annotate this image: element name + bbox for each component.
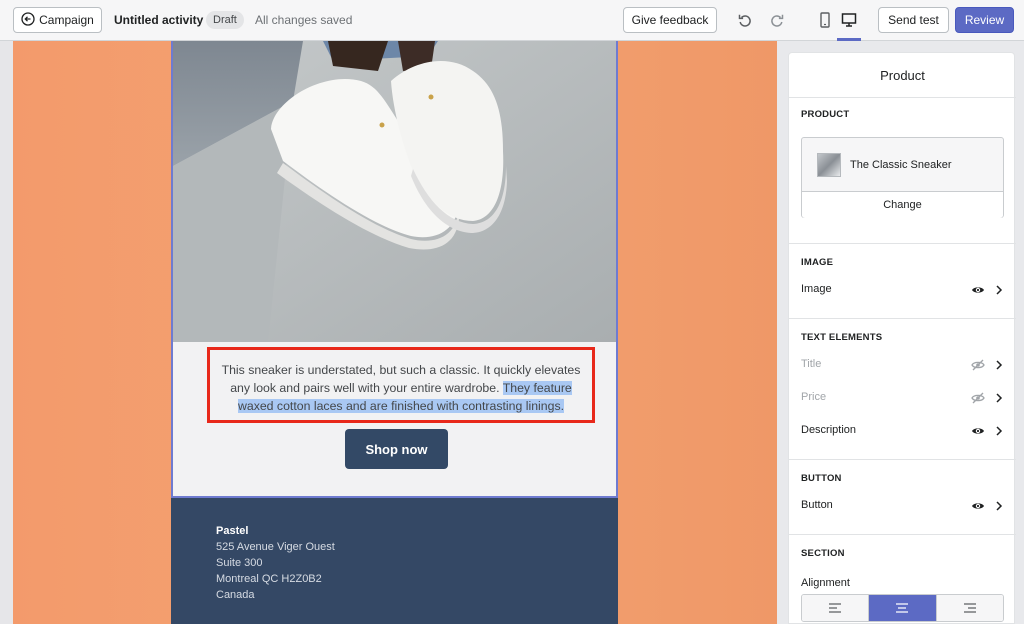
section-label-button: BUTTON: [801, 473, 842, 484]
send-test-button[interactable]: Send test: [878, 7, 949, 33]
save-status: All changes saved: [255, 13, 353, 27]
divider: [789, 97, 1016, 98]
desktop-preview-icon[interactable]: [839, 10, 859, 30]
row-label: Title: [801, 358, 822, 370]
product-hero-image[interactable]: [171, 41, 618, 342]
redo-icon[interactable]: [767, 10, 787, 30]
button-row[interactable]: Button: [789, 495, 1016, 517]
align-right-button[interactable]: [936, 595, 1003, 621]
section-label-image: IMAGE: [801, 257, 834, 268]
visible-eye-icon[interactable]: [971, 283, 985, 297]
divider: [789, 534, 1016, 535]
chevron-right-icon[interactable]: [993, 358, 1005, 372]
title-row[interactable]: Title: [789, 354, 1016, 376]
alignment-segmented-control: [801, 594, 1004, 622]
back-button-label: Campaign: [39, 13, 94, 27]
product-text-block[interactable]: This sneaker is understated, but such a …: [171, 342, 618, 498]
chevron-right-icon[interactable]: [993, 283, 1005, 297]
product-description[interactable]: This sneaker is understated, but such a …: [207, 347, 595, 423]
shop-now-button[interactable]: Shop now: [345, 429, 448, 469]
alignment-row: Alignment: [789, 573, 1016, 595]
change-product-button[interactable]: Change: [802, 191, 1003, 218]
align-right-icon: [963, 603, 976, 613]
align-left-button[interactable]: [802, 595, 870, 621]
chevron-right-icon[interactable]: [993, 424, 1005, 438]
row-label: Image: [801, 283, 832, 295]
canvas-edge: [0, 41, 13, 624]
back-arrow-icon: [21, 11, 35, 29]
divider: [789, 243, 1016, 244]
footer-store-name: Pastel: [216, 525, 249, 537]
align-center-button[interactable]: [869, 595, 937, 621]
divider: [789, 459, 1016, 460]
visible-eye-icon[interactable]: [971, 424, 985, 438]
section-label-section: SECTION: [801, 548, 845, 559]
section-label-text-elements: TEXT ELEMENTS: [801, 332, 883, 343]
align-left-icon: [829, 603, 842, 613]
hidden-eye-icon[interactable]: [971, 358, 985, 372]
price-row[interactable]: Price: [789, 387, 1016, 409]
footer-country: Canada: [216, 589, 255, 601]
email-preview: This sneaker is understated, but such a …: [171, 41, 618, 624]
alignment-label: Alignment: [801, 577, 850, 589]
footer-address-line: Montreal QC H2Z0B2: [216, 573, 322, 585]
email-footer[interactable]: Pastel 525 Avenue Viger Ouest Suite 300 …: [171, 498, 618, 624]
mobile-preview-icon[interactable]: [815, 10, 835, 30]
align-center-icon: [896, 603, 909, 613]
hidden-eye-icon[interactable]: [971, 391, 985, 405]
visible-eye-icon[interactable]: [971, 499, 985, 513]
row-label: Description: [801, 424, 857, 436]
selected-product-card: The Classic Sneaker Change: [801, 137, 1004, 218]
divider: [789, 318, 1016, 319]
top-toolbar: Campaign Untitled activity Draft All cha…: [0, 0, 1024, 41]
status-badge: Draft: [206, 11, 244, 29]
review-button[interactable]: Review: [955, 7, 1014, 33]
row-label: Button: [801, 499, 833, 511]
give-feedback-button[interactable]: Give feedback: [623, 7, 717, 33]
footer-address-line: 525 Avenue Viger Ouest: [216, 541, 335, 553]
chevron-right-icon[interactable]: [993, 499, 1005, 513]
product-thumbnail: [817, 153, 841, 177]
activity-title: Untitled activity: [114, 13, 204, 27]
image-row[interactable]: Image: [789, 279, 1016, 301]
section-label-product: PRODUCT: [801, 109, 850, 120]
product-settings-panel: Product PRODUCT The Classic Sneaker Chan…: [788, 52, 1016, 624]
description-row[interactable]: Description: [789, 420, 1016, 442]
chevron-right-icon[interactable]: [993, 391, 1005, 405]
product-name: The Classic Sneaker: [850, 159, 952, 171]
footer-address-line: Suite 300: [216, 557, 263, 569]
row-label: Price: [801, 391, 827, 403]
back-to-campaign-button[interactable]: Campaign: [13, 7, 102, 33]
panel-title: Product: [880, 68, 925, 83]
undo-icon[interactable]: [735, 10, 755, 30]
